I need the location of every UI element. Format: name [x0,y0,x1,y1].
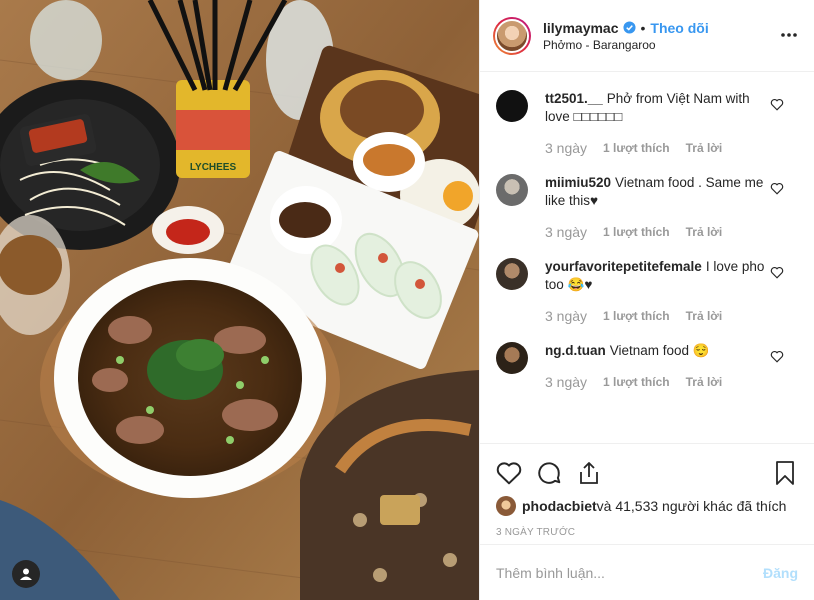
separator-dot: • [640,19,646,36]
comment-bubble-icon [538,462,561,484]
pho-photo-illustration: LYCHEES [0,0,479,600]
comment-text: miimiu520 Vietnam food . Same me like thi… [545,174,765,210]
reply-button[interactable]: Trả lời [686,309,723,323]
liker-avatar[interactable] [496,496,516,516]
reply-button[interactable]: Trả lời [686,141,723,155]
likes-summary: phodacbiet và 41,533 người khác đã thích [480,490,814,516]
reply-button[interactable]: Trả lời [686,225,723,239]
comment-like-heart-icon[interactable] [770,266,784,279]
commenter-username[interactable]: yourfavoritepetitefemale [545,259,702,274]
liker-username[interactable]: phodacbiet [522,498,597,514]
commenter-avatar[interactable] [496,174,528,206]
share-button[interactable] [576,460,602,486]
comment-time[interactable]: 3 ngày [545,374,587,390]
commenter-avatar[interactable] [496,90,528,122]
comment-like-heart-icon[interactable] [770,98,784,111]
commenter-username[interactable]: tt2501.__ [545,91,603,106]
comment-text: tt2501.__ Phở from Việt Nam with love □□□… [545,90,765,126]
comment-button[interactable] [536,460,562,486]
post-location[interactable]: Phởmo - Barangaroo [543,38,709,52]
commenter-username[interactable]: miimiu520 [545,175,611,190]
tagged-people-icon[interactable] [12,560,40,588]
comment-body: Vietnam food 😌 [609,343,710,358]
commenter-avatar[interactable] [496,342,528,374]
comment-item: ng.d.tuan Vietnam food 😌 3 ngày 1 lượt th… [496,342,798,390]
comment-time[interactable]: 3 ngày [545,224,587,240]
post-actions: phodacbiet và 41,533 người khác đã thích… [480,443,814,600]
comment-likes[interactable]: 1 lượt thích [603,375,670,389]
comment-time[interactable]: 3 ngày [545,140,587,156]
post-side-panel: lilymaymac • Theo dõi Phởmo - Barangaroo… [479,0,814,600]
commenter-avatar[interactable] [496,258,528,290]
verified-badge-icon [622,21,636,34]
post-comment-button[interactable]: Đăng [763,565,798,581]
comments-list[interactable]: tt2501.__ Phở from Việt Nam with love □□□… [480,72,814,443]
likes-count-text[interactable]: và 41,533 người khác đã thích [597,498,787,514]
post-photo[interactable]: LYCHEES [0,0,479,600]
share-upload-icon [580,462,598,484]
comment-item: yourfavoritepetitefemale I love pho too 😂… [496,258,798,324]
comment-time[interactable]: 3 ngày [545,308,587,324]
comment-likes[interactable]: 1 lượt thích [603,141,670,155]
comment-like-heart-icon[interactable] [770,350,784,363]
reply-button[interactable]: Trả lời [686,375,723,389]
comment-text: ng.d.tuan Vietnam food 😌 [545,342,765,360]
comment-input[interactable] [496,564,763,581]
post-header: lilymaymac • Theo dõi Phởmo - Barangaroo [480,0,814,72]
follow-button[interactable]: Theo dõi [650,20,708,36]
post-timestamp[interactable]: 3 NGÀY TRƯỚC [480,516,814,538]
save-button[interactable] [772,460,798,486]
heart-icon [496,462,522,485]
comment-likes[interactable]: 1 lượt thích [603,309,670,323]
comment-item: tt2501.__ Phở from Việt Nam with love □□□… [496,90,798,156]
comment-likes[interactable]: 1 lượt thích [603,225,670,239]
bookmark-icon [776,461,794,485]
author-avatar[interactable] [493,16,531,55]
comment-item: miimiu520 Vietnam food . Same me like thi… [496,174,798,240]
like-button[interactable] [496,460,522,486]
commenter-username[interactable]: ng.d.tuan [545,343,606,358]
comment-like-heart-icon[interactable] [770,182,784,195]
more-options-icon[interactable] [780,26,798,44]
add-comment-bar: Đăng [480,544,814,600]
can-label: LYCHEES [190,162,237,173]
author-username[interactable]: lilymaymac [543,20,619,36]
comment-text: yourfavoritepetitefemale I love pho too 😂… [545,258,765,294]
